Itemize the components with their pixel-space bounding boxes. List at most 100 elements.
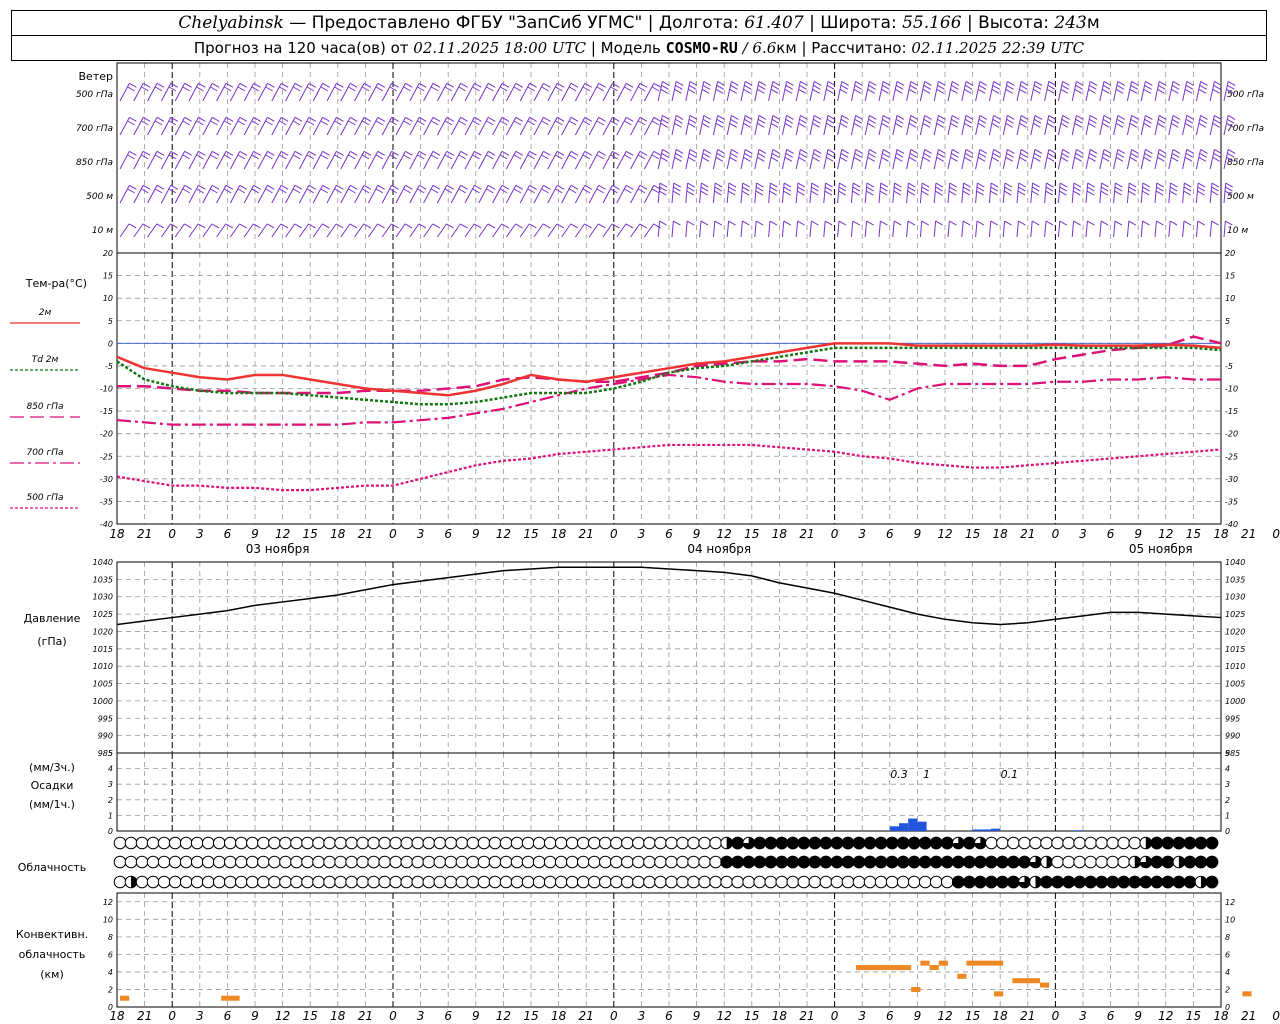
- wind-barb: [1195, 81, 1208, 102]
- wind-barb-feather: [826, 156, 834, 162]
- wind-barb-feather: [1103, 149, 1112, 154]
- cloud-circle: [654, 855, 667, 869]
- cloud-cell: [135, 875, 149, 889]
- wind-barb: [464, 116, 482, 136]
- cloud-cell: [1062, 875, 1075, 889]
- wind-barb-staff: [1154, 149, 1160, 170]
- cloud-cell: [1095, 875, 1108, 889]
- wind-barb-feather: [1060, 156, 1069, 162]
- wind-barb-feather: [893, 190, 902, 196]
- cloud-cell: [1051, 836, 1064, 850]
- wind-barb: [1140, 182, 1151, 204]
- wind-barb-feather: [744, 115, 753, 120]
- wind-barb: [450, 223, 468, 238]
- wind-barb-feather: [1086, 190, 1095, 196]
- wind-barb: [616, 82, 634, 102]
- wind-barb-feather: [129, 82, 137, 88]
- wind-level-label: 10 м: [92, 226, 113, 236]
- wind-barb-feather: [770, 156, 779, 162]
- wind-barb-feather: [1047, 84, 1056, 90]
- wind-barb: [975, 81, 988, 102]
- wind-barb: [381, 223, 399, 238]
- wind-barb-feather: [992, 84, 1000, 90]
- temp-y-tick: 0: [1225, 339, 1230, 348]
- cloud-cell: [389, 836, 403, 850]
- cloud-circle: [466, 855, 480, 869]
- cloud-circle: [621, 836, 634, 850]
- cloud-cell: [323, 875, 336, 889]
- cloud-cell: [411, 855, 425, 869]
- temp-y-tick: 5: [108, 317, 113, 326]
- wind-barb-feather: [1033, 88, 1041, 94]
- wind-barb-staff: [326, 185, 337, 204]
- wind-barb-feather: [1089, 81, 1098, 86]
- cloud-fill: [963, 875, 976, 889]
- wind-barb: [271, 82, 289, 102]
- wind-barb-feather: [1045, 190, 1053, 196]
- wind-barb-staff: [119, 117, 130, 136]
- wind-barb-feather: [783, 220, 792, 226]
- cloud-cell: [974, 855, 987, 869]
- temp-x-tick: 18: [551, 527, 567, 541]
- wind-barb-feather: [757, 122, 765, 128]
- cloud-circle: [279, 855, 292, 869]
- wind-barb-feather: [783, 182, 792, 188]
- wind-barb: [147, 150, 165, 170]
- wind-barb-feather: [1185, 152, 1194, 158]
- wind-barb-feather: [487, 223, 496, 229]
- wind-barb-staff: [464, 223, 475, 238]
- cloud-cell: [896, 855, 910, 869]
- cloud-cell: [896, 875, 910, 889]
- wind-barb-feather: [474, 184, 482, 190]
- cloud-cell: [257, 875, 270, 889]
- wind-barb: [478, 223, 496, 238]
- wind-barb-staff: [133, 223, 144, 238]
- wind-barb-feather: [1155, 190, 1164, 196]
- conv-x-tick: 3: [638, 1009, 646, 1023]
- cloud-cell: [124, 875, 138, 889]
- wind-barb-feather: [907, 220, 916, 226]
- wind-barb: [202, 116, 220, 136]
- wind-barb: [630, 82, 648, 102]
- wind-barb-staff: [961, 81, 967, 102]
- cloud-cell: [367, 875, 380, 889]
- wind-barb: [1182, 115, 1195, 136]
- wind-barb-staff: [119, 185, 130, 204]
- pressure-y-tick: 995: [1225, 714, 1240, 723]
- wind-barb-feather: [1197, 220, 1206, 226]
- cloud-cell: [389, 875, 403, 889]
- temp-x-tick: 15: [303, 527, 318, 541]
- cloud-fill: [885, 855, 899, 869]
- wind-barb-feather: [769, 220, 778, 226]
- wind-barb-feather: [182, 120, 190, 126]
- wind-barb-feather: [377, 116, 386, 122]
- wind-barb-feather: [662, 149, 670, 154]
- wind-barb-feather: [1076, 115, 1084, 120]
- wind-barb-feather: [1005, 122, 1013, 128]
- cloud-circle: [643, 855, 656, 869]
- wind-barb-feather: [675, 84, 683, 90]
- wind-barb-feather: [893, 186, 902, 192]
- wind-barb-staff: [1182, 115, 1188, 136]
- wind-barb: [1099, 115, 1112, 136]
- cloud-cell: [1095, 836, 1108, 850]
- wind-barb-feather: [938, 81, 946, 86]
- cloud-cell: [268, 855, 281, 869]
- cloud-circle: [521, 875, 535, 889]
- wind-barb-staff: [174, 151, 186, 170]
- wind-barb-staff: [1113, 183, 1116, 204]
- wind-barb: [174, 150, 192, 170]
- wind-barb: [188, 116, 206, 136]
- cloud-circle: [499, 875, 513, 889]
- temp-x-tick: 0: [168, 527, 176, 541]
- wind-barb-feather: [1073, 182, 1082, 188]
- wind-barb-staff: [133, 185, 144, 204]
- wind-barb-feather: [1158, 115, 1167, 120]
- temp-legend-label: 2м: [39, 308, 52, 318]
- wind-barb-staff: [423, 223, 434, 238]
- wind-barb: [602, 82, 620, 102]
- wind-barb-staff: [533, 185, 544, 204]
- cloud-circle: [753, 875, 767, 889]
- cloud-cell: [367, 855, 380, 869]
- wind-barb-feather: [881, 156, 889, 162]
